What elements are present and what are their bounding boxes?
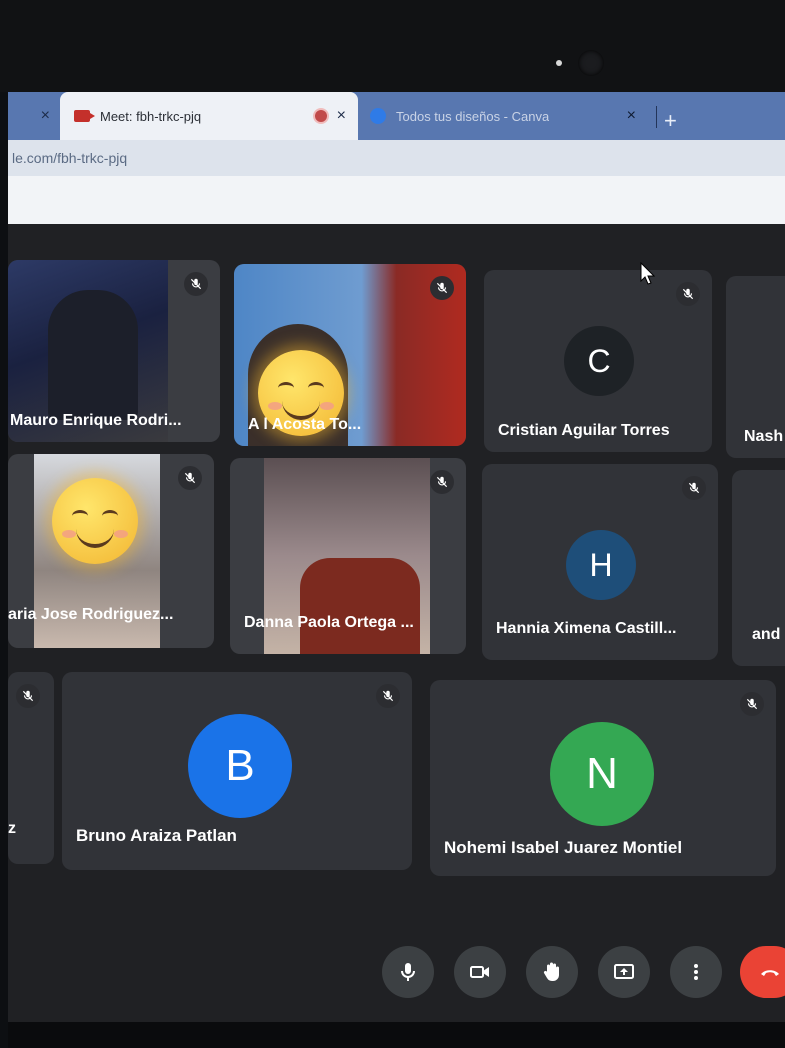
raise-hand-button[interactable] (526, 946, 578, 998)
participant-avatar: B (188, 714, 292, 818)
recording-indicator-icon (314, 110, 327, 122)
mic-toggle-button[interactable] (382, 946, 434, 998)
participant-name: Cristian Aguilar Torres (498, 422, 670, 439)
new-tab-button[interactable]: + (664, 108, 677, 134)
webcam-icon (578, 50, 604, 76)
address-text: le.com/fbh-trkc-pjq (12, 150, 128, 166)
more-options-icon (694, 964, 698, 980)
tab-previous[interactable]: × (8, 92, 60, 140)
mic-muted-icon (430, 470, 454, 494)
smiling-emoji-icon (52, 478, 138, 564)
participant-name: Mauro Enrique Rodri... (10, 412, 182, 429)
meeting-stage: Mauro Enrique Rodri... A l Acosta To... … (8, 224, 785, 1040)
more-options-button[interactable] (670, 946, 722, 998)
participant-avatar: H (566, 530, 636, 600)
bookmarks-bar (8, 176, 785, 224)
participant-silhouette (48, 290, 138, 420)
participant-tile[interactable]: H Hannia Ximena Castill... (482, 464, 718, 660)
participant-name: aria Jose Rodriguez... (8, 606, 174, 623)
mic-muted-icon (682, 476, 706, 500)
canva-favicon-icon (370, 108, 386, 124)
close-icon[interactable]: × (41, 107, 50, 125)
participant-tile[interactable]: B Bruno Araiza Patlan (62, 672, 412, 870)
participant-tile[interactable]: A l Acosta To... (234, 264, 466, 446)
end-call-icon (761, 970, 779, 976)
participant-tile[interactable]: z (8, 672, 54, 864)
camera-icon (470, 966, 489, 978)
participant-name: and (752, 626, 781, 643)
participant-tile[interactable]: N Nohemi Isabel Juarez Montiel (430, 680, 776, 876)
mic-muted-icon (430, 276, 454, 300)
mic-icon (401, 963, 415, 981)
participant-name: Nash (744, 428, 784, 445)
raise-hand-icon (543, 962, 559, 981)
participant-avatar: C (564, 326, 634, 396)
tab-meet[interactable]: Meet: fbh-trkc-pjq × (60, 92, 358, 140)
mic-muted-icon (376, 684, 400, 708)
participant-name: Danna Paola Ortega ... (244, 614, 414, 631)
tab-separator (656, 106, 657, 128)
mic-muted-icon (676, 282, 700, 306)
participant-tile[interactable]: and (732, 470, 785, 666)
webcam-light (556, 60, 562, 66)
laptop-bezel (0, 0, 785, 92)
mouse-cursor-icon (640, 262, 656, 285)
participant-tile[interactable]: Nash (726, 276, 785, 458)
tab-title: Todos tus diseños - Canva (396, 108, 550, 124)
participant-name: Bruno Araiza Patlan (76, 826, 237, 845)
address-bar[interactable]: le.com/fbh-trkc-pjq (8, 140, 785, 176)
participant-name: z (8, 820, 16, 837)
camera-toggle-button[interactable] (454, 946, 506, 998)
os-taskbar (8, 1022, 785, 1048)
participant-name: A l Acosta To... (248, 416, 362, 433)
close-icon[interactable]: × (627, 107, 636, 125)
participant-name: Nohemi Isabel Juarez Montiel (444, 838, 683, 857)
participant-tile[interactable]: Danna Paola Ortega ... (230, 458, 466, 654)
tab-title: Meet: fbh-trkc-pjq (100, 108, 202, 124)
participant-avatar: N (550, 722, 654, 826)
mic-muted-icon (740, 692, 764, 716)
participant-name: Hannia Ximena Castill... (496, 620, 677, 637)
present-screen-button[interactable] (598, 946, 650, 998)
participant-tile[interactable]: Mauro Enrique Rodri... (8, 260, 220, 442)
participant-tile[interactable]: aria Jose Rodriguez... (8, 454, 214, 648)
present-screen-icon (614, 964, 634, 979)
mic-muted-icon (16, 684, 40, 708)
meet-favicon-icon (74, 110, 95, 122)
participant-silhouette (300, 558, 420, 654)
mic-muted-icon (184, 272, 208, 296)
participant-tile[interactable]: C Cristian Aguilar Torres (484, 270, 712, 452)
mic-muted-icon (178, 466, 202, 490)
tab-canva[interactable]: Todos tus diseños - Canva × (358, 92, 648, 140)
end-call-button[interactable] (740, 946, 785, 998)
close-icon[interactable]: × (337, 107, 346, 125)
